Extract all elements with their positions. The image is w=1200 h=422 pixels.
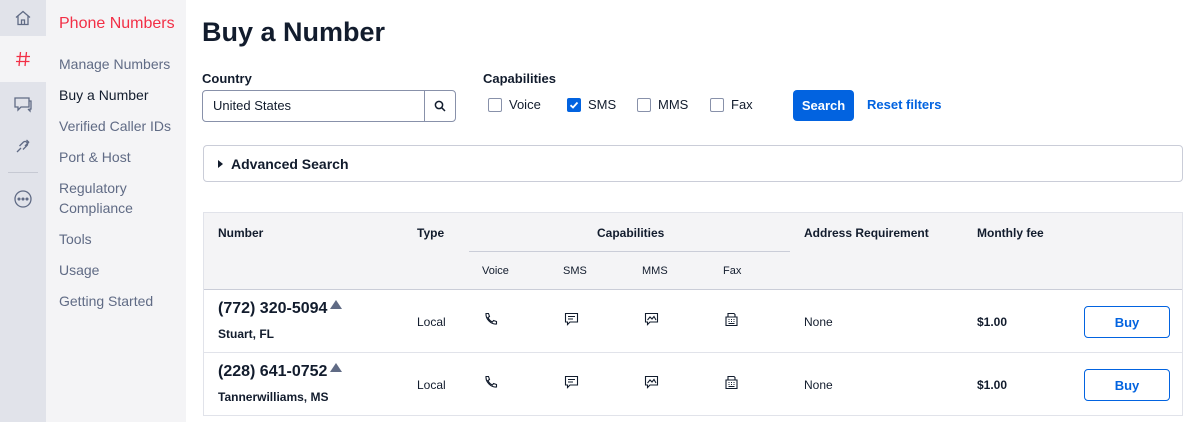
voice-checkbox[interactable] — [488, 97, 502, 112]
nav-item-port-host[interactable]: Port & Host — [46, 147, 186, 167]
sidebar-nav: Phone Numbers Manage Numbers Buy a Numbe… — [46, 0, 186, 422]
rail-links[interactable] — [0, 126, 46, 166]
row-number: (772) 320-5094 — [218, 300, 343, 318]
sms-checkbox-label: SMS — [588, 97, 617, 112]
sms-icon — [564, 375, 579, 389]
row-fee: $1.00 — [977, 315, 1008, 329]
fax-checkbox[interactable] — [710, 97, 724, 112]
header-type: Type — [417, 226, 445, 240]
subheader-mms: MMS — [642, 265, 668, 277]
link-icon — [16, 139, 30, 153]
country-input[interactable]: United States — [203, 91, 424, 121]
mms-icon — [644, 312, 659, 326]
row-type: Local — [417, 315, 446, 329]
mms-checkbox-label: MMS — [658, 97, 689, 112]
nav-item-tools[interactable]: Tools — [46, 229, 186, 249]
row-location: Tannerwilliams, MS — [218, 390, 329, 404]
row-number: (228) 641-0752 — [218, 363, 343, 381]
nav-item-usage[interactable]: Usage — [46, 260, 186, 280]
home-icon — [15, 10, 31, 26]
subheader-sms: SMS — [563, 265, 587, 277]
search-icon — [434, 100, 446, 112]
mms-icon — [644, 375, 659, 389]
nav-item-verified-caller-ids[interactable]: Verified Caller IDs — [46, 116, 186, 136]
phone-number: (772) 320-5094 — [218, 300, 328, 317]
buy-button[interactable]: Buy — [1084, 369, 1170, 401]
capability-fax[interactable]: Fax — [710, 97, 753, 112]
fax-icon — [725, 375, 738, 390]
rail-more[interactable] — [0, 179, 46, 219]
table-row: (772) 320-5094 Stuart, FL Local None $1.… — [204, 290, 1182, 353]
nav-title: Phone Numbers — [59, 15, 175, 32]
fax-icon — [725, 312, 738, 327]
header-monthly-fee: Monthly fee — [977, 226, 1044, 240]
sms-checkbox[interactable] — [567, 97, 581, 112]
sms-icon — [564, 312, 579, 326]
nav-item-regulatory-compliance[interactable]: Regulatory Compliance — [46, 178, 186, 218]
row-address: None — [804, 315, 833, 329]
triangle-icon — [330, 363, 343, 372]
more-icon — [14, 190, 32, 208]
chat-icon — [14, 97, 32, 113]
country-search-button[interactable] — [424, 91, 455, 121]
nav-item-manage-numbers[interactable]: Manage Numbers — [46, 54, 186, 74]
row-location: Stuart, FL — [218, 327, 274, 341]
reset-filters-link[interactable]: Reset filters — [867, 97, 941, 112]
buy-button[interactable]: Buy — [1084, 306, 1170, 338]
triangle-icon — [330, 300, 343, 309]
fax-checkbox-label: Fax — [731, 97, 753, 112]
row-address: None — [804, 378, 833, 392]
row-type: Local — [417, 378, 446, 392]
table-row: (228) 641-0752 Tannerwilliams, MS Local … — [204, 353, 1182, 416]
capability-mms[interactable]: MMS — [637, 97, 688, 112]
country-label: Country — [202, 71, 252, 86]
advanced-search-toggle[interactable]: Advanced Search — [203, 145, 1183, 182]
advanced-search-label: Advanced Search — [231, 155, 349, 172]
checkmark-icon — [569, 101, 579, 109]
rail-home[interactable] — [0, 0, 46, 36]
hash-icon — [16, 51, 30, 67]
phone-icon — [485, 375, 498, 388]
search-button[interactable]: Search — [793, 90, 854, 121]
icon-rail — [0, 0, 46, 422]
capability-voice[interactable]: Voice — [488, 97, 541, 112]
table-header: Number Type Capabilities Address Require… — [204, 213, 1182, 290]
phone-icon — [485, 312, 498, 325]
header-capabilities: Capabilities — [597, 226, 665, 240]
voice-checkbox-label: Voice — [509, 97, 541, 112]
row-fee: $1.00 — [977, 378, 1008, 392]
header-address-requirement: Address Requirement — [804, 226, 929, 240]
mms-checkbox[interactable] — [637, 97, 651, 112]
caret-right-icon — [218, 159, 223, 168]
rail-phone-numbers[interactable] — [0, 36, 46, 82]
rail-messaging[interactable] — [0, 82, 46, 126]
capabilities-label: Capabilities — [483, 71, 556, 86]
numbers-table: Number Type Capabilities Address Require… — [203, 212, 1183, 416]
phone-number: (228) 641-0752 — [218, 363, 328, 380]
subheader-fax: Fax — [723, 265, 742, 277]
nav-item-getting-started[interactable]: Getting Started — [46, 291, 186, 311]
capabilities-divider — [469, 251, 790, 252]
rail-divider — [8, 172, 38, 173]
capability-sms[interactable]: SMS — [567, 97, 616, 112]
subheader-voice: Voice — [482, 265, 509, 277]
nav-item-buy-a-number[interactable]: Buy a Number — [46, 85, 186, 105]
header-number: Number — [218, 226, 264, 240]
country-field[interactable]: United States — [202, 90, 456, 122]
page-title: Buy a Number — [202, 17, 386, 47]
